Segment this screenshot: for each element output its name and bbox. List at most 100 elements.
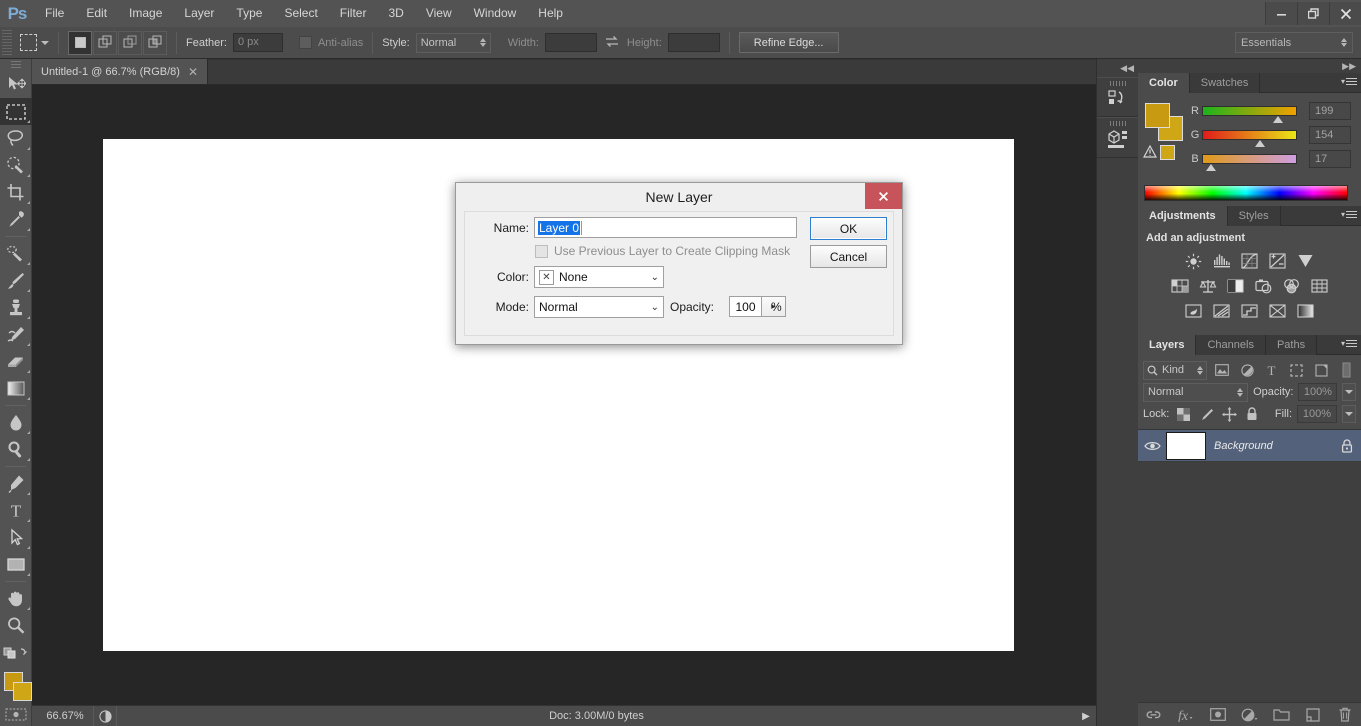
- toolbox-grip[interactable]: [0, 59, 31, 71]
- close-button[interactable]: [1329, 2, 1361, 25]
- width-input[interactable]: [545, 33, 597, 52]
- background-color-swatch[interactable]: [13, 682, 32, 701]
- intersect-selection-button[interactable]: [143, 31, 167, 55]
- tab-paths[interactable]: Paths: [1266, 335, 1317, 355]
- current-tool-picker[interactable]: [20, 34, 49, 51]
- photo-filter-icon[interactable]: [1254, 277, 1274, 295]
- horizontal-type-tool[interactable]: T: [0, 497, 32, 524]
- ok-button[interactable]: OK: [810, 217, 887, 240]
- blend-mode-select[interactable]: Normal: [1143, 383, 1248, 402]
- blur-tool[interactable]: [0, 409, 32, 436]
- selective-color-icon[interactable]: [1268, 302, 1288, 320]
- tab-channels[interactable]: Channels: [1196, 335, 1265, 355]
- blend-mode-select[interactable]: Normal ⌄: [534, 296, 664, 318]
- blue-slider[interactable]: [1202, 154, 1297, 164]
- minimize-button[interactable]: [1265, 2, 1297, 25]
- delete-layer-icon[interactable]: [1334, 705, 1356, 725]
- color-spectrum-ramp[interactable]: [1144, 185, 1348, 201]
- menu-window[interactable]: Window: [463, 0, 528, 27]
- spot-healing-brush-tool[interactable]: [0, 240, 32, 267]
- color-lookup-icon[interactable]: [1310, 277, 1330, 295]
- move-tool[interactable]: [0, 71, 32, 98]
- expand-panels-icon[interactable]: ◀◀: [1097, 59, 1138, 77]
- rectangular-marquee-tool[interactable]: [0, 98, 32, 125]
- menu-view[interactable]: View: [415, 0, 463, 27]
- exposure-icon[interactable]: [1268, 252, 1288, 270]
- menu-3d[interactable]: 3D: [377, 0, 414, 27]
- edit-toolbar-button[interactable]: [0, 639, 32, 666]
- opacity-value[interactable]: 100%: [1298, 383, 1337, 401]
- layer-filter-kind-select[interactable]: Kind: [1143, 361, 1207, 380]
- fill-dropdown-button[interactable]: [1342, 405, 1356, 423]
- refine-edge-button[interactable]: Refine Edge...: [739, 32, 839, 53]
- menu-help[interactable]: Help: [527, 0, 574, 27]
- add-to-selection-button[interactable]: [93, 31, 117, 55]
- history-panel-button[interactable]: [1097, 77, 1138, 117]
- out-of-gamut-swatch[interactable]: [1160, 145, 1175, 160]
- red-value[interactable]: 199: [1309, 102, 1351, 120]
- opacity-input[interactable]: 100: [729, 296, 762, 317]
- red-slider[interactable]: [1202, 106, 1297, 116]
- link-layers-icon[interactable]: [1143, 705, 1165, 725]
- options-bar-grip[interactable]: [2, 30, 12, 56]
- lock-icon[interactable]: [1333, 439, 1361, 453]
- clipping-mask-checkbox[interactable]: [535, 245, 548, 258]
- color-panel-menu-icon[interactable]: ▾: [1341, 77, 1357, 86]
- layer-color-select[interactable]: ✕ None ⌄: [534, 266, 664, 288]
- canvas-area[interactable]: [32, 85, 1096, 705]
- black-white-icon[interactable]: [1226, 277, 1246, 295]
- gradient-tool[interactable]: [0, 375, 32, 402]
- green-value[interactable]: 154: [1309, 126, 1351, 144]
- levels-icon[interactable]: [1212, 252, 1232, 270]
- green-slider[interactable]: [1202, 130, 1297, 140]
- tab-styles[interactable]: Styles: [1228, 206, 1281, 226]
- 3d-panel-button[interactable]: [1097, 117, 1138, 158]
- layer-style-icon[interactable]: fx: [1175, 705, 1197, 725]
- clone-stamp-tool[interactable]: [0, 294, 32, 321]
- threshold-icon[interactable]: [1240, 302, 1260, 320]
- eyedropper-tool[interactable]: [0, 206, 32, 233]
- vibrance-icon[interactable]: [1296, 252, 1316, 270]
- swap-width-height-icon[interactable]: [605, 35, 619, 51]
- zoom-tool[interactable]: [0, 612, 32, 639]
- layer-name[interactable]: Background: [1214, 440, 1333, 452]
- invert-icon[interactable]: [1184, 302, 1204, 320]
- new-selection-button[interactable]: [68, 31, 92, 55]
- adjustment-filter-icon[interactable]: [1237, 361, 1257, 380]
- menu-image[interactable]: Image: [118, 0, 173, 27]
- pixel-filter-icon[interactable]: [1212, 361, 1232, 380]
- dialog-close-button[interactable]: [865, 183, 902, 209]
- subtract-from-selection-button[interactable]: [118, 31, 142, 55]
- tab-adjustments[interactable]: Adjustments: [1138, 206, 1228, 226]
- close-icon[interactable]: ✕: [188, 66, 198, 78]
- document-preview-icon[interactable]: [94, 710, 116, 723]
- eraser-tool[interactable]: [0, 348, 32, 375]
- tab-color[interactable]: Color: [1138, 73, 1190, 93]
- new-fill-adjustment-icon[interactable]: [1238, 705, 1260, 725]
- zoom-level-field[interactable]: 66.67%: [37, 708, 93, 725]
- document-tab[interactable]: Untitled-1 @ 66.7% (RGB/8) ✕: [32, 59, 208, 84]
- path-selection-tool[interactable]: [0, 524, 32, 551]
- crop-tool[interactable]: [0, 179, 32, 206]
- lasso-tool[interactable]: [0, 125, 32, 152]
- dodge-tool[interactable]: [0, 436, 32, 463]
- lock-all-icon[interactable]: [1243, 405, 1261, 423]
- blue-value[interactable]: 17: [1309, 150, 1351, 168]
- new-layer-icon[interactable]: [1302, 705, 1324, 725]
- pen-tool[interactable]: [0, 470, 32, 497]
- menu-filter[interactable]: Filter: [329, 0, 378, 27]
- shape-filter-icon[interactable]: [1287, 361, 1307, 380]
- white-black-swatches[interactable]: [1331, 186, 1347, 200]
- table-row[interactable]: Background: [1138, 430, 1361, 462]
- color-swatches[interactable]: [0, 670, 32, 704]
- filter-toggle-switch[interactable]: [1336, 361, 1356, 380]
- layer-visibility-icon[interactable]: [1138, 440, 1166, 452]
- brush-tool[interactable]: [0, 267, 32, 294]
- menu-select[interactable]: Select: [273, 0, 328, 27]
- status-expand-icon[interactable]: ▶: [1076, 711, 1096, 722]
- gradient-map-icon[interactable]: [1296, 302, 1316, 320]
- menu-edit[interactable]: Edit: [75, 0, 118, 27]
- quick-selection-tool[interactable]: [0, 152, 32, 179]
- type-filter-icon[interactable]: T: [1262, 361, 1282, 380]
- color-balance-icon[interactable]: [1198, 277, 1218, 295]
